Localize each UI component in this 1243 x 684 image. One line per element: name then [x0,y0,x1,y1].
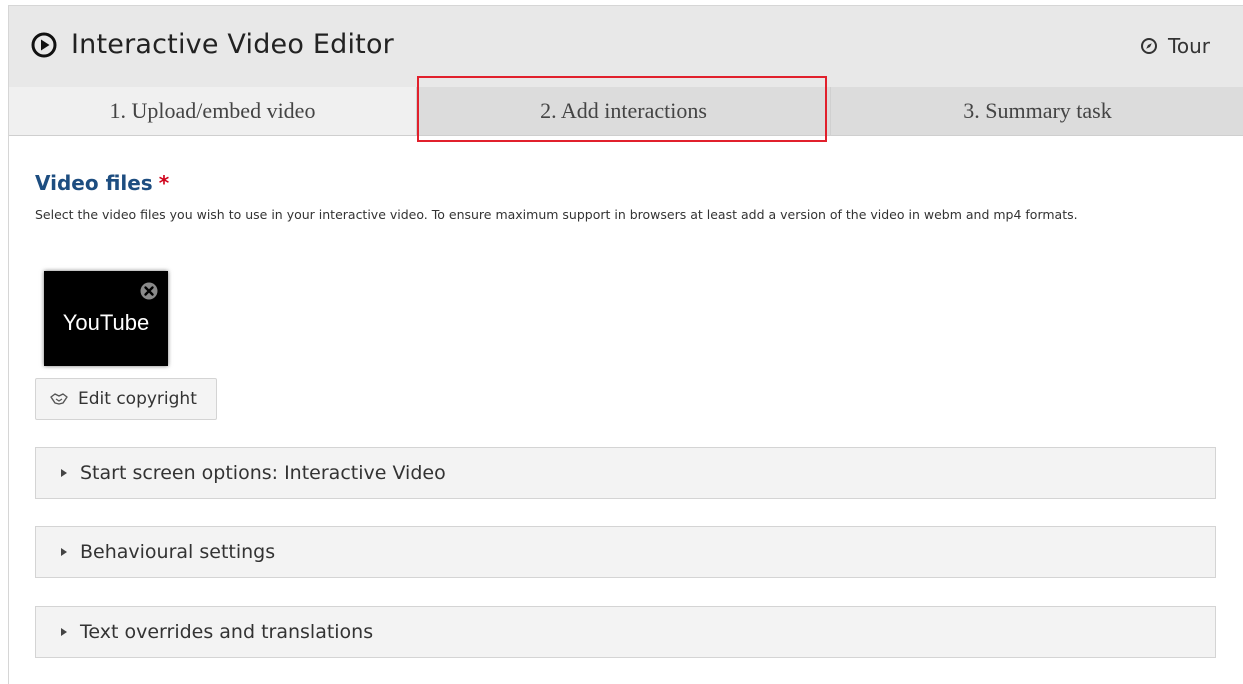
editor-tabs: 1. Upload/embed video 2. Add interaction… [9,87,1243,136]
section-start-screen-options[interactable]: Start screen options: Interactive Video [35,447,1216,499]
tab-add-interactions[interactable]: 2. Add interactions [417,87,831,135]
play-circle-icon [31,32,57,57]
page-title: Interactive Video Editor [71,29,394,60]
remove-circle-icon[interactable] [140,282,158,300]
tab-summary-task[interactable]: 3. Summary task [831,87,1243,135]
tab-label: 2. Add interactions [540,98,707,123]
required-marker: * [158,171,170,195]
tab-label: 1. Upload/embed video [109,98,316,123]
caret-right-icon [61,469,67,477]
editor-frame: Interactive Video Editor Tour 1. Upload/… [8,5,1243,684]
caret-right-icon [61,548,67,556]
header-title-group: Interactive Video Editor [31,29,394,60]
video-files-title: Video files * [35,171,169,195]
compass-icon [1141,38,1158,54]
video-thumbnail-label: YouTube [62,309,150,335]
video-files-description: Select the video files you wish to use i… [35,207,1078,222]
edit-copyright-label: Edit copyright [78,389,197,409]
caret-right-icon [61,628,67,636]
editor-header: Interactive Video Editor Tour [9,5,1243,88]
tour-label: Tour [1168,34,1210,58]
section-label: Start screen options: Interactive Video [80,462,446,484]
video-files-title-text: Video files [35,171,153,195]
tour-button[interactable]: Tour [1140,34,1210,58]
tab-upload-embed-video[interactable]: 1. Upload/embed video [9,87,417,135]
section-behavioural-settings[interactable]: Behavioural settings [35,526,1216,578]
video-thumbnail[interactable]: YouTube [44,271,168,366]
handshake-icon [50,393,68,405]
section-text-overrides[interactable]: Text overrides and translations [35,606,1216,658]
edit-copyright-button[interactable]: Edit copyright [35,378,217,420]
section-label: Behavioural settings [80,541,276,563]
section-label: Text overrides and translations [80,621,374,643]
tab-label: 3. Summary task [963,98,1112,123]
